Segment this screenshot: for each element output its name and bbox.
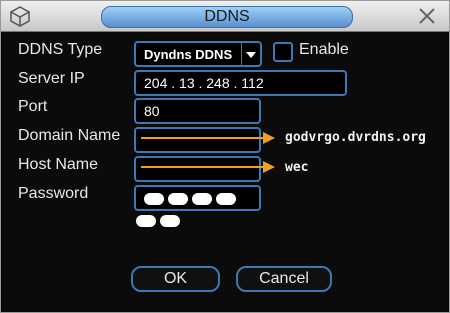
domain-arrow-icon	[141, 132, 275, 144]
window-title: DDNS	[204, 8, 250, 25]
port-label: Port	[18, 98, 48, 115]
server-ip-value: 204 . 13 . 248 . 112	[144, 75, 264, 91]
password-dots	[136, 190, 240, 228]
host-arrow-icon	[141, 161, 275, 173]
ok-button[interactable]: OK	[131, 266, 220, 292]
password-dot	[144, 193, 164, 206]
password-dot	[160, 215, 180, 228]
cancel-button[interactable]: Cancel	[236, 266, 332, 292]
enable-checkbox[interactable]	[273, 42, 293, 62]
title-pill: DDNS	[101, 6, 353, 28]
chevron-down-icon[interactable]	[241, 43, 260, 65]
title-bar: DDNS	[1, 1, 449, 32]
close-icon[interactable]	[415, 4, 439, 28]
domain-annotation: godvrgo.dvrdns.org	[285, 130, 426, 145]
password-dot	[136, 215, 156, 228]
server-ip-label: Server IP	[18, 70, 85, 87]
server-ip-field[interactable]: 204 . 13 . 248 . 112	[134, 70, 347, 96]
enable-label: Enable	[299, 41, 349, 58]
ddns-dialog: DDNS DDNS Type Dyndns DDNS Enable Server…	[0, 0, 450, 313]
camera-cube-icon	[10, 6, 30, 27]
password-dot	[168, 193, 188, 206]
ddns-type-value: Dyndns DDNS	[144, 47, 233, 62]
password-label: Password	[18, 185, 89, 202]
password-dot	[192, 193, 212, 206]
domain-name-label: Domain Name	[18, 127, 121, 144]
host-annotation: wec	[285, 160, 309, 175]
password-field[interactable]	[134, 185, 261, 228]
port-field[interactable]: 80	[134, 98, 261, 124]
ddns-type-select[interactable]: Dyndns DDNS	[134, 41, 262, 67]
port-value: 80	[144, 103, 160, 119]
host-name-label: Host Name	[18, 156, 99, 173]
ddns-type-label: DDNS Type	[18, 41, 103, 58]
password-dot	[216, 193, 236, 206]
